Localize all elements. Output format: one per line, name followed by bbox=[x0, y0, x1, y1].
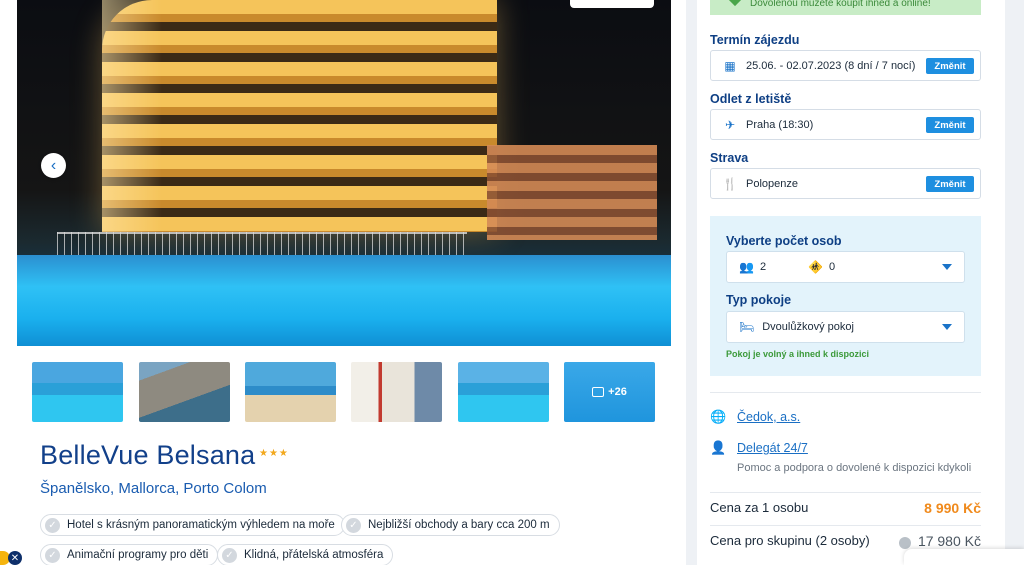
feature-tag: ✓ Nejbližší obchody a bary cca 200 m bbox=[341, 514, 560, 536]
photo-icon bbox=[592, 387, 605, 397]
airplane-icon: ✈ bbox=[724, 117, 736, 132]
price-per-person-label: Cena za 1 osobu bbox=[710, 500, 809, 515]
cutlery-icon: 🍴 bbox=[722, 176, 738, 191]
background-building-image bbox=[487, 145, 657, 240]
board-label: Strava bbox=[710, 151, 749, 165]
star-rating: ★★★ bbox=[259, 448, 289, 459]
feature-tag: ✓ Animační programy pro děti bbox=[40, 544, 219, 565]
delegate-note: Pomoc a podpora o dovolené k dispozici k… bbox=[737, 462, 972, 474]
thumbnail-pool-2[interactable] bbox=[458, 362, 549, 422]
persons-label: Vyberte počet osob bbox=[726, 234, 842, 248]
check-icon: ✓ bbox=[346, 517, 361, 533]
thumbnail-room[interactable] bbox=[351, 362, 442, 422]
chevron-down-icon bbox=[942, 264, 952, 270]
divider bbox=[710, 525, 981, 526]
thumbnail-beach[interactable] bbox=[245, 362, 336, 422]
buy-online-note: Dovolenou můžete koupit ihned a online! bbox=[710, 0, 981, 15]
term-field[interactable]: ▦ 25.06. - 02.07.2023 (8 dní / 7 nocí) Z… bbox=[710, 50, 981, 81]
feature-text: Klidná, přátelská atmosféra bbox=[244, 549, 384, 561]
room-type-select[interactable]: 🛏 Dvoulůžkový pokoj bbox=[726, 311, 965, 343]
feature-text: Hotel s krásným panoramatickým výhledem … bbox=[67, 519, 335, 531]
buy-online-text: Dovolenou můžete koupit ihned a online! bbox=[750, 0, 931, 9]
persons-select[interactable]: 👥 2 🚸 0 bbox=[726, 251, 965, 283]
bed-icon: 🛏 bbox=[739, 320, 755, 334]
operator-link[interactable]: Čedok, a.s. bbox=[737, 410, 800, 424]
hotel-building-image bbox=[102, 0, 497, 232]
check-icon bbox=[727, 0, 743, 7]
hero-photo[interactable]: ‹ bbox=[17, 0, 671, 346]
price-per-person-value: 8 990 Kč bbox=[924, 500, 981, 516]
feature-tag: ✓ Klidná, přátelská atmosféra bbox=[217, 544, 394, 565]
close-icon[interactable]: ✕ bbox=[8, 551, 22, 565]
board-field[interactable]: 🍴 Polopenze Změnit bbox=[710, 168, 981, 199]
check-icon: ✓ bbox=[45, 517, 60, 533]
thumbnail-pool[interactable] bbox=[32, 362, 123, 422]
delegate-link[interactable]: Delegát 24/7 bbox=[737, 441, 808, 455]
group-price-value: 17 980 Kč bbox=[917, 533, 981, 549]
departure-value: Praha (18:30) bbox=[746, 118, 814, 131]
check-icon: ✓ bbox=[222, 547, 237, 563]
divider bbox=[710, 392, 981, 393]
hotel-name: BelleVue Belsana bbox=[40, 440, 256, 470]
group-price-row: Cena pro skupinu (2 osoby) 17 980 Kč bbox=[710, 533, 981, 549]
feature-text: Nejbližší obchody a bary cca 200 m bbox=[368, 519, 550, 531]
pool-image bbox=[17, 255, 671, 346]
room-type-label: Typ pokoje bbox=[726, 293, 792, 307]
globe-icon: 🌐 bbox=[710, 409, 727, 424]
child-icon: 🚸 bbox=[808, 260, 824, 274]
chevron-down-icon bbox=[942, 324, 952, 330]
delegate-icon: 👤 bbox=[710, 440, 727, 455]
thumbnail-coast[interactable] bbox=[139, 362, 230, 422]
more-photos-count: +26 bbox=[608, 386, 627, 398]
help-widget[interactable]: ✕ bbox=[0, 549, 24, 565]
info-icon[interactable] bbox=[899, 537, 911, 549]
term-value: 25.06. - 02.07.2023 (8 dní / 7 nocí) bbox=[746, 59, 916, 72]
adults-count: 2 bbox=[759, 261, 767, 273]
corner-popup bbox=[904, 549, 1024, 565]
feature-text: Animační programy pro děti bbox=[67, 549, 209, 561]
group-price-label: Cena pro skupinu (2 osoby) bbox=[710, 533, 870, 548]
room-type-value: Dvoulůžkový pokoj bbox=[762, 321, 854, 333]
change-term-button[interactable]: Změnit bbox=[926, 58, 974, 74]
divider bbox=[710, 492, 981, 493]
calendar-icon: ▦ bbox=[724, 58, 736, 73]
photo-badge bbox=[570, 0, 654, 8]
chevron-left-icon[interactable]: ‹ bbox=[41, 153, 66, 178]
change-departure-button[interactable]: Změnit bbox=[926, 117, 974, 133]
change-board-button[interactable]: Změnit bbox=[926, 176, 974, 192]
thumbnail-more-photos[interactable]: +26 bbox=[564, 362, 655, 422]
adults-icon: 👥 bbox=[739, 260, 754, 274]
children-count: 0 bbox=[829, 261, 836, 273]
term-label: Termín zájezdu bbox=[710, 33, 800, 47]
departure-label: Odlet z letiště bbox=[710, 92, 792, 106]
price-per-person-row: Cena za 1 osobu 8 990 Kč bbox=[710, 500, 981, 516]
departure-field[interactable]: ✈ Praha (18:30) Změnit bbox=[710, 109, 981, 140]
feature-tag: ✓ Hotel s krásným panoramatickým výhlede… bbox=[40, 514, 345, 536]
room-selection-box: Vyberte počet osob 👥 2 🚸 0 Typ pokoje 🛏 … bbox=[710, 216, 981, 376]
check-icon: ✓ bbox=[45, 547, 60, 563]
board-value: Polopenze bbox=[746, 177, 798, 190]
thumbnail-strip: +26 bbox=[32, 362, 656, 422]
booking-sidebar: Dovolenou můžete koupit ihned a online! … bbox=[697, 0, 1005, 565]
hotel-location: Španělsko, Mallorca, Porto Colom bbox=[40, 480, 267, 497]
availability-note: Pokoj je volný a ihned k dispozici bbox=[726, 349, 870, 359]
hotel-detail-card: ‹ +26 BelleVue Belsana ★★★ Španělsko, Ma… bbox=[0, 0, 686, 565]
